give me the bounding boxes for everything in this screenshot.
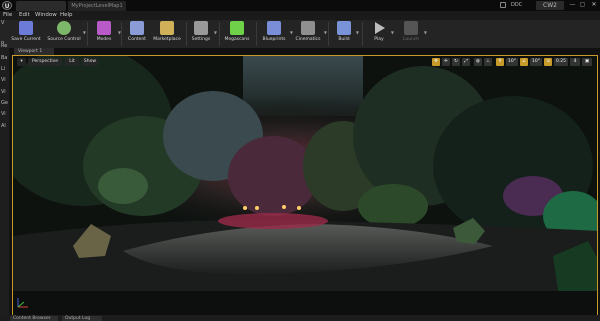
translate-icon[interactable]: ✛ — [442, 58, 450, 66]
toolbar-divider — [87, 22, 88, 46]
scale-icon[interactable]: ⤢ — [462, 58, 470, 66]
toolbar-divider — [256, 22, 257, 46]
left-panel-item[interactable]: Re — [1, 43, 7, 49]
lit-button[interactable]: Lit — [65, 58, 79, 66]
launch-label: Launch — [402, 37, 420, 42]
play-label: Play — [374, 37, 384, 42]
build-icon — [337, 21, 351, 35]
left-panel-item[interactable]: Al — [1, 123, 6, 129]
level-tab[interactable]: MyProjectLevelMap1 — [68, 1, 126, 11]
cinematics-icon — [301, 21, 315, 35]
rotation-value[interactable]: 10° — [530, 58, 542, 66]
maximize-button[interactable]: ▢ — [578, 1, 587, 9]
tab-output-log[interactable]: Output Log — [62, 316, 102, 321]
viewport-tab[interactable]: Viewport 1 — [14, 48, 54, 55]
marketplace-button[interactable]: Marketplace — [150, 20, 184, 48]
toolbar-divider — [121, 22, 122, 46]
megascans-icon — [230, 21, 244, 35]
scene-render — [13, 56, 597, 315]
blueprints-label: Blueprints — [262, 37, 286, 42]
launch-button[interactable]: Launch ▼ — [398, 20, 427, 48]
toolbar-divider — [186, 22, 187, 46]
level-viewport[interactable] — [12, 55, 598, 316]
modes-label: Modes — [96, 37, 112, 42]
left-panel-item[interactable]: Ge — [1, 100, 8, 106]
cinematics-label: Cinematics — [295, 37, 321, 42]
chevron-down-icon: ▼ — [323, 30, 327, 35]
left-panel-item[interactable]: Ba — [1, 55, 8, 61]
document-tab[interactable] — [16, 1, 66, 11]
megascans-button[interactable]: Megascans — [221, 20, 253, 48]
project-badge: CW2 — [536, 1, 564, 10]
source-control-icon — [57, 21, 71, 35]
chevron-down-icon: ▼ — [423, 30, 427, 35]
content-icon — [130, 21, 144, 35]
chevron-down-icon: ▼ — [390, 30, 394, 35]
settings-label: Settings — [191, 37, 211, 42]
save-current-label: Save Current — [11, 37, 41, 42]
minimize-button[interactable]: — — [568, 1, 577, 9]
marketplace-label: Marketplace — [153, 37, 181, 42]
grid-value[interactable]: 10° — [506, 58, 518, 66]
camera-speed[interactable]: 4 — [570, 58, 580, 66]
ddc-label: DDC — [511, 2, 523, 8]
menu-bar — [0, 11, 600, 20]
left-panel-item[interactable]: Vi — [1, 77, 6, 83]
settings-button[interactable]: Settings ▼ — [188, 20, 217, 48]
tab-content-browser[interactable]: Content Browser — [10, 316, 58, 321]
build-label: Build — [338, 37, 350, 42]
toolbar-divider — [219, 22, 220, 46]
content-label: Content — [128, 37, 146, 42]
close-button[interactable]: ✕ — [589, 1, 599, 9]
world-space-icon[interactable]: ◍ — [474, 58, 482, 66]
toolbar-divider — [362, 22, 363, 46]
blueprints-icon — [267, 21, 281, 35]
chevron-down-icon: ▼ — [213, 30, 217, 35]
modes-icon — [97, 21, 111, 35]
select-mode-icon[interactable]: ✥ — [432, 58, 440, 66]
scale-snap-icon[interactable]: ⇲ — [544, 58, 552, 66]
toolbar-divider — [328, 22, 329, 46]
launch-icon — [404, 21, 418, 35]
source-control-label: Source Control — [47, 37, 81, 42]
rotate-icon[interactable]: ↻ — [452, 58, 460, 66]
save-current-button[interactable]: Save Current — [7, 20, 45, 48]
menu-file[interactable]: File — [3, 11, 12, 20]
viewport-options-button[interactable]: ▾ — [17, 58, 26, 66]
menu-edit[interactable]: Edit — [19, 11, 30, 20]
perspective-button[interactable]: Perspective — [28, 58, 62, 66]
build-button[interactable]: Build ▼ — [332, 20, 359, 48]
left-panel-item[interactable]: Vi — [1, 111, 6, 117]
rotation-snap-icon[interactable]: ∠ — [520, 58, 528, 66]
play-button[interactable]: Play ▼ — [367, 20, 394, 48]
axis-gizmo-icon — [17, 298, 28, 308]
left-panel-item[interactable]: V — [1, 20, 4, 26]
play-icon — [375, 22, 385, 34]
scale-value[interactable]: 0.25 — [554, 58, 568, 66]
unreal-logo-icon[interactable]: U — [2, 1, 12, 10]
surface-snap-icon[interactable]: ⊥ — [484, 58, 492, 66]
left-panel-item[interactable]: Vi — [1, 89, 6, 95]
cinematics-button[interactable]: Cinematics ▼ — [292, 20, 327, 48]
chevron-down-icon: ▼ — [82, 30, 86, 35]
blueprints-button[interactable]: Blueprints ▼ — [258, 20, 293, 48]
source-control-button[interactable]: Source Control ▼ — [45, 20, 86, 48]
content-button[interactable]: Content — [124, 20, 150, 48]
maximize-viewport-icon[interactable]: ▣ — [582, 58, 592, 66]
show-button[interactable]: Show — [82, 58, 98, 66]
modes-button[interactable]: Modes ▼ — [90, 20, 121, 48]
settings-icon — [194, 21, 208, 35]
source-control-status-icon[interactable] — [500, 2, 506, 8]
marketplace-icon — [160, 21, 174, 35]
menu-help[interactable]: Help — [60, 11, 73, 20]
grid-snap-icon[interactable]: # — [496, 58, 504, 66]
save-icon — [19, 21, 33, 35]
chevron-down-icon: ▼ — [355, 30, 359, 35]
megascans-label: Megascans — [224, 37, 250, 42]
left-panel-item[interactable]: Li — [1, 66, 5, 72]
menu-window[interactable]: Window — [35, 11, 57, 20]
